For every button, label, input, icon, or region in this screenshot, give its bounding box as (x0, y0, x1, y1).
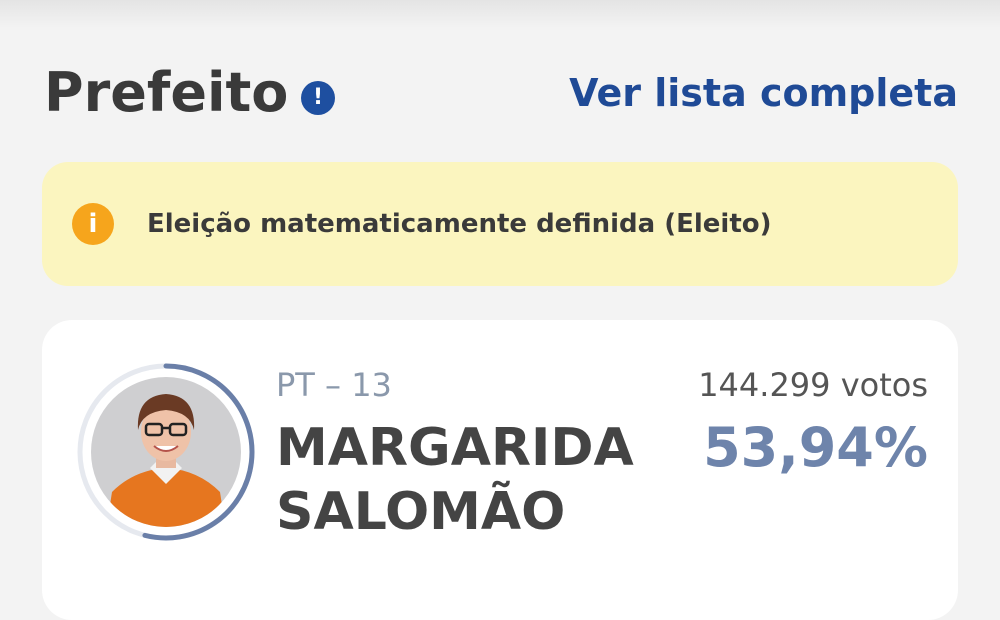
election-status-alert: i Eleição matematicamente definida (Elei… (42, 162, 958, 286)
candidate-photo (91, 377, 241, 527)
section-header: Prefeito ! Ver lista completa (44, 60, 958, 130)
candidate-party: PT – 13 (276, 366, 392, 404)
info-icon[interactable]: ! (301, 81, 335, 115)
page-title: Prefeito (44, 61, 289, 124)
candidate-card[interactable]: PT – 13 MARGARIDA SALOMÃO 144.299 votos … (42, 320, 958, 620)
candidate-name-line2: SALOMÃO (276, 482, 566, 542)
candidate-name-line1: MARGARIDA (276, 418, 634, 478)
avatar (74, 360, 258, 544)
candidate-name: MARGARIDA SALOMÃO (276, 416, 634, 544)
top-shadow (0, 0, 1000, 28)
alert-info-icon: i (72, 203, 114, 245)
candidate-votes: 144.299 votos (698, 366, 928, 404)
full-list-link[interactable]: Ver lista completa (569, 66, 958, 120)
alert-message: Eleição matematicamente definida (Eleito… (147, 209, 772, 239)
candidate-percent: 53,94% (703, 416, 928, 479)
